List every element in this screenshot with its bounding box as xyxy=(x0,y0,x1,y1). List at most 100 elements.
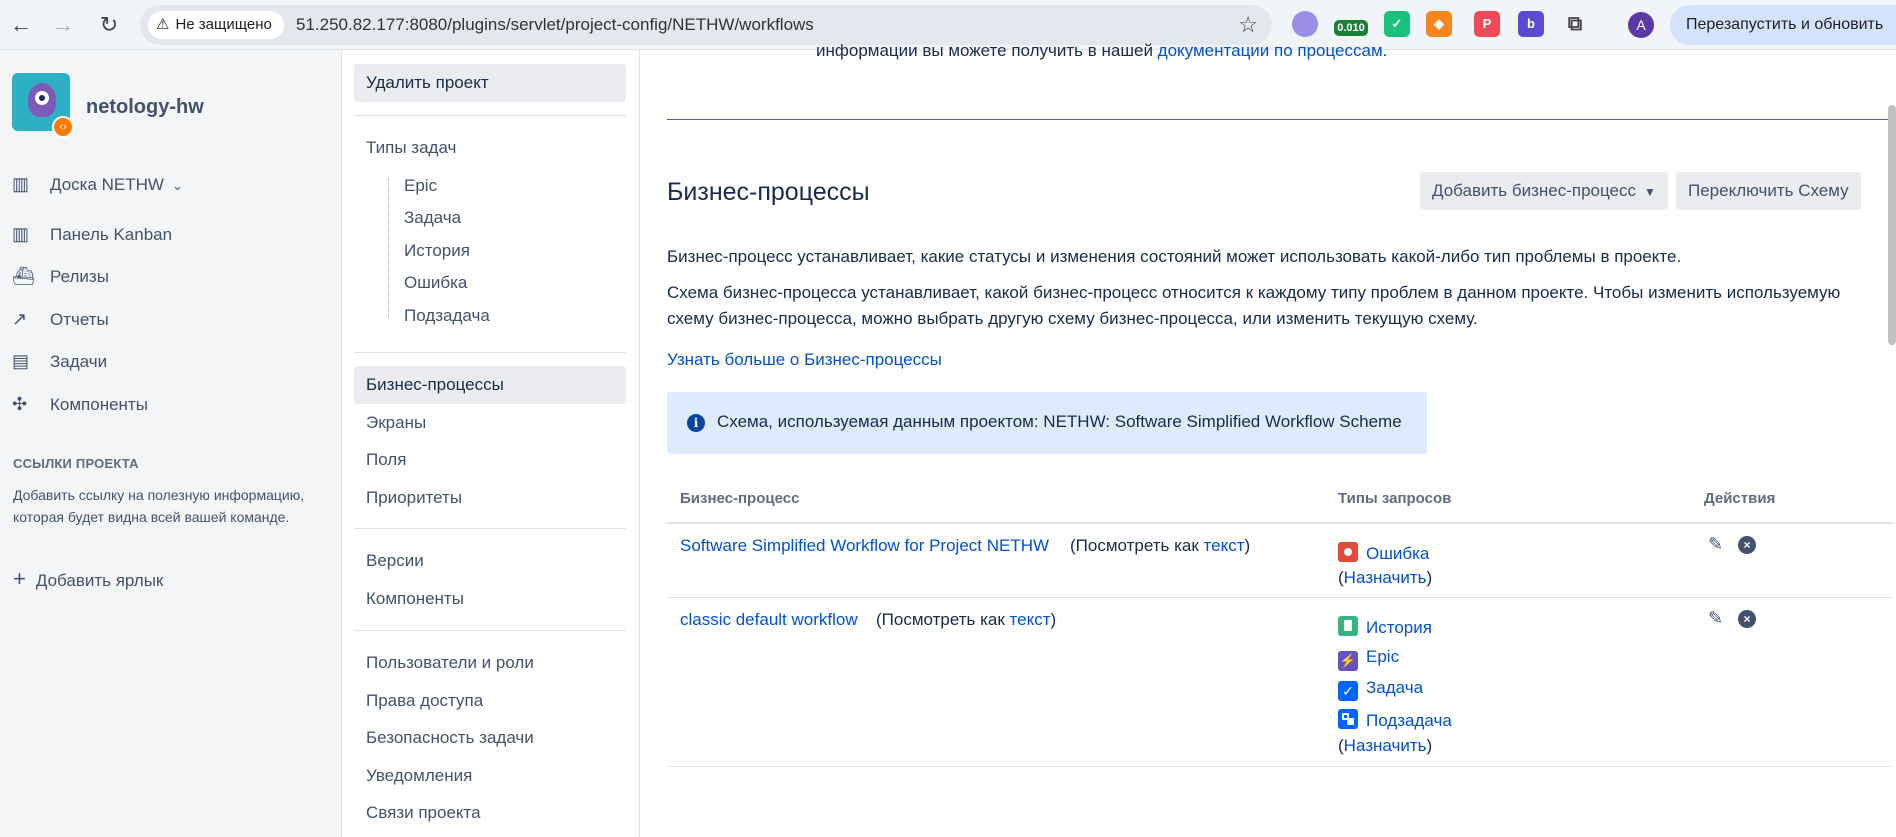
project-links-heading: ССЫЛКИ ПРОЕКТА xyxy=(13,456,139,471)
tree-line xyxy=(388,178,389,318)
kanban-icon: ▥ xyxy=(12,224,30,244)
scrollbar[interactable] xyxy=(1888,105,1896,345)
nav-issue-type-story[interactable]: История xyxy=(404,241,470,261)
code-badge-icon: ‹› xyxy=(52,116,74,138)
address-bar[interactable]: ⚠ Не защищено 51.250.82.177:8080/plugins/… xyxy=(140,5,1272,45)
back-icon[interactable]: ← xyxy=(8,12,34,38)
info-icon: i xyxy=(687,414,705,432)
sidebar-item-releases[interactable]: ⛴ Релизы xyxy=(12,266,109,294)
nav-issue-security[interactable]: Безопасность задачи xyxy=(354,719,626,757)
nav-project-links[interactable]: Связи проекта xyxy=(354,794,626,832)
profile-avatar[interactable]: A xyxy=(1628,12,1654,38)
issue-type-story[interactable]: История xyxy=(1338,616,1432,640)
nav-components[interactable]: Компоненты xyxy=(354,580,626,618)
edit-pencil-icon[interactable]: ✎ xyxy=(1708,534,1723,555)
issue-type-subtask[interactable]: Подзадача xyxy=(1338,709,1452,733)
nav-screens[interactable]: Экраны xyxy=(354,404,626,442)
nav-issue-type-task[interactable]: Задача xyxy=(404,208,461,228)
divider xyxy=(354,630,626,631)
url-text[interactable]: 51.250.82.177:8080/plugins/servlet/proje… xyxy=(296,15,814,35)
divider xyxy=(354,115,626,116)
assign-link[interactable]: Назначить xyxy=(1344,568,1427,587)
main-content: информации вы можете получить в нашей до… xyxy=(640,41,1896,837)
settings-nav: Удалить проект Типы задач Epic Задача Ис… xyxy=(342,50,640,837)
column-header-workflow: Бизнес-процесс xyxy=(680,490,800,507)
issues-icon: ▤ xyxy=(12,351,30,371)
add-workflow-button[interactable]: Добавить бизнес-процесс ▼ xyxy=(1420,172,1668,210)
project-sidebar: ‹› netology-hw ▥ Доска NETHW ⌄ ▥ Панель Kan… xyxy=(0,50,342,837)
checkbox-icon: ✓ xyxy=(1338,681,1358,701)
nav-issue-type-epic[interactable]: Epic xyxy=(404,176,437,196)
delete-icon[interactable]: × xyxy=(1738,610,1756,628)
sidebar-item-issues[interactable]: ▤ Задачи xyxy=(12,351,107,379)
nav-issue-type-subtask[interactable]: Подзадача xyxy=(404,306,490,326)
project-links-description: Добавить ссылку на полезную информацию, … xyxy=(13,487,305,525)
nav-users-roles[interactable]: Пользователи и роли xyxy=(354,644,626,682)
nav-issue-type-bug[interactable]: Ошибка xyxy=(404,273,467,293)
plus-icon: + xyxy=(13,566,26,591)
security-chip[interactable]: ⚠ Не защищено xyxy=(148,11,284,39)
scheme-info-text: Схема, используемая данным проектом: NET… xyxy=(717,412,1402,431)
view-as-text: (Посмотреть как текст) xyxy=(876,610,1057,629)
extension-badge[interactable]: 0.010 xyxy=(1334,20,1368,36)
page-title: Бизнес-процессы xyxy=(667,178,870,206)
add-shortcut-button[interactable]: + Добавить ярлык xyxy=(13,566,163,592)
scheme-description: Схема бизнес-процесса устанавливает, как… xyxy=(667,283,1841,328)
extension-p-icon[interactable]: P xyxy=(1474,11,1500,37)
metamask-icon[interactable]: ◆ xyxy=(1426,11,1452,37)
bookmark-star-icon[interactable]: ☆ xyxy=(1238,12,1258,38)
issue-type-bug[interactable]: Ошибка xyxy=(1338,542,1429,566)
assign-link[interactable]: Назначить xyxy=(1344,736,1427,755)
row-divider xyxy=(667,597,1893,598)
view-as-text-link[interactable]: текст xyxy=(1204,536,1245,555)
sidebar-item-kanban[interactable]: ▥ Панель Kanban xyxy=(12,224,172,252)
view-as-text-link[interactable]: текст xyxy=(1010,610,1051,629)
relaunch-button[interactable]: Перезапустить и обновить xyxy=(1670,5,1896,45)
assign-link-group: (Назначить) xyxy=(1338,736,1433,755)
extension-icon[interactable]: ✓ xyxy=(1384,11,1410,37)
subtask-icon xyxy=(1338,709,1358,729)
issue-type-epic[interactable]: ⚡ Epic xyxy=(1338,647,1399,671)
docs-link[interactable]: документации по процессам xyxy=(1158,41,1383,60)
workflow-description: Бизнес-процесс устанавливает, какие стат… xyxy=(667,247,1682,266)
board-selector[interactable]: ▥ Доска NETHW ⌄ xyxy=(12,174,183,202)
ghost-extension-icon[interactable] xyxy=(1292,11,1318,37)
divider xyxy=(354,352,626,353)
column-header-actions: Действия xyxy=(1704,490,1776,507)
learn-more-link[interactable]: Узнать больше о Бизнес-процессы xyxy=(667,350,942,370)
issue-type-task[interactable]: ✓ Задача xyxy=(1338,678,1423,702)
extensions-puzzle-icon[interactable]: ⧉ xyxy=(1562,11,1588,37)
warning-icon: ⚠ xyxy=(156,16,170,33)
sidebar-item-reports[interactable]: ↗ Отчеты xyxy=(12,309,109,337)
puzzle-icon: ✣ xyxy=(12,394,28,414)
nav-workflows[interactable]: Бизнес-процессы xyxy=(354,366,626,404)
sidebar-item-components[interactable]: ✣ Компоненты xyxy=(12,394,148,422)
workflow-name-link[interactable]: Software Simplified Workflow for Project… xyxy=(680,536,1049,556)
switch-scheme-button[interactable]: Переключить Схему xyxy=(1676,172,1861,210)
bookmark-icon xyxy=(1338,616,1358,636)
bug-icon xyxy=(1338,542,1358,562)
ship-icon: ⛴ xyxy=(12,266,35,286)
project-name[interactable]: netology-hw xyxy=(86,96,204,119)
chevron-down-icon: ⌄ xyxy=(171,178,183,193)
column-header-issue-types: Типы запросов xyxy=(1338,490,1452,507)
lightning-icon: ⚡ xyxy=(1338,651,1358,671)
nav-delete-project[interactable]: Удалить проект xyxy=(354,64,626,102)
section-divider xyxy=(667,119,1893,120)
edit-pencil-icon[interactable]: ✎ xyxy=(1708,608,1723,629)
nav-versions[interactable]: Версии xyxy=(354,542,626,580)
nav-issue-types[interactable]: Типы задач xyxy=(366,138,456,158)
docs-note: информации вы можете получить в нашей до… xyxy=(816,41,1388,60)
row-divider xyxy=(667,766,1893,767)
divider xyxy=(354,528,626,529)
nav-permissions[interactable]: Права доступа xyxy=(354,682,626,720)
forward-icon[interactable]: → xyxy=(50,12,76,38)
delete-icon[interactable]: × xyxy=(1738,536,1756,554)
extension-b-icon[interactable]: b xyxy=(1518,11,1544,37)
table-header-border xyxy=(667,522,1893,524)
nav-notifications[interactable]: Уведомления xyxy=(354,757,626,795)
nav-priorities[interactable]: Приоритеты xyxy=(354,479,626,517)
workflow-name-link[interactable]: classic default workflow xyxy=(680,610,858,630)
nav-fields[interactable]: Поля xyxy=(354,441,626,479)
reload-icon[interactable]: ↻ xyxy=(96,12,122,38)
